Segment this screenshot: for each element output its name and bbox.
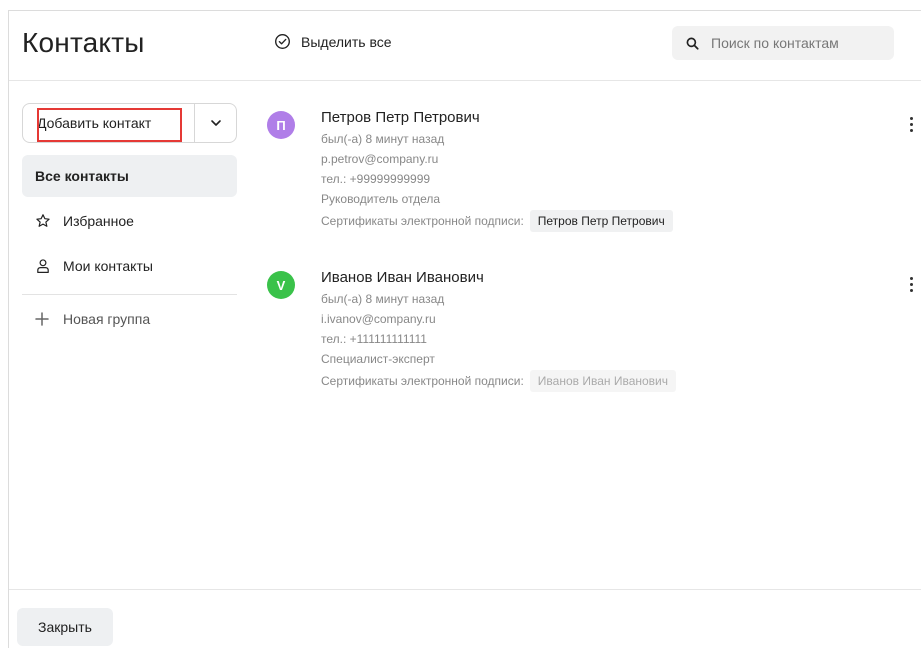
more-menu-icon[interactable] [905, 117, 917, 137]
contact-name: Иванов Иван Иванович [321, 269, 484, 286]
add-contact-label: Добавить контакт [37, 115, 152, 131]
avatar-initial: V [276, 277, 286, 293]
certificates-label: Сертификаты электронной подписи: [321, 374, 524, 388]
contact-position: Специалист-эксперт [321, 352, 435, 366]
add-contact-button[interactable]: Добавить контакт [23, 104, 194, 142]
search-icon [686, 37, 699, 50]
contact-name: Петров Петр Петрович [321, 109, 480, 126]
check-circle-icon [275, 34, 290, 49]
user-icon [37, 259, 49, 273]
sidebar-item-label: Мои контакты [63, 258, 153, 274]
search-box [672, 26, 894, 60]
footer: Закрыть [9, 589, 921, 648]
star-icon [36, 214, 50, 227]
contacts-dialog: Контакты Выделить все Добавить контакт [8, 10, 921, 648]
certificates-row: Сертификаты электронной подписи: Иванов … [321, 370, 676, 392]
contact-info: Иванов Иван Иванович был(-а) 8 минут наз… [321, 267, 676, 392]
sidebar-item-label: Избранное [63, 213, 134, 229]
new-group-button[interactable]: Новая группа [35, 311, 150, 327]
list-item[interactable]: П Петров Петр Петрович был(-а) 8 минут н… [267, 107, 917, 267]
contact-info: Петров Петр Петрович был(-а) 8 минут наз… [321, 107, 673, 232]
avatar: V [267, 271, 295, 299]
sidebar-item-favorites[interactable]: Избранное [22, 200, 237, 242]
new-group-label: Новая группа [63, 311, 151, 327]
contact-email: p.petrov@company.ru [321, 152, 439, 166]
list-item[interactable]: V Иванов Иван Иванович был(-а) 8 минут н… [267, 267, 917, 427]
page-title: Контакты [22, 27, 145, 58]
avatar: П [267, 111, 295, 139]
avatar-initial: П [276, 117, 286, 133]
more-menu-icon[interactable] [905, 277, 917, 297]
close-button[interactable]: Закрыть [17, 608, 113, 646]
certificate-chip[interactable]: Петров Петр Петрович [529, 210, 673, 232]
header: Контакты Выделить все [9, 11, 921, 81]
add-contact-dropdown[interactable] [194, 104, 236, 142]
sidebar-item-label: Все контакты [35, 168, 129, 184]
contact-status: был(-а) 8 минут назад [321, 292, 445, 306]
contact-phone: тел.: +111111111111 [321, 332, 427, 346]
select-all-button[interactable]: Выделить все [274, 33, 392, 50]
sidebar-item-my-contacts[interactable]: Мои контакты [22, 245, 237, 287]
sidebar-item-all-contacts[interactable]: Все контакты [22, 155, 237, 197]
contact-list: П Петров Петр Петрович был(-а) 8 минут н… [267, 107, 917, 427]
add-contact-split-button: Добавить контакт [22, 103, 237, 143]
contact-phone: тел.: +99999999999 [321, 172, 431, 186]
plus-icon [35, 312, 49, 326]
contact-position: Руководитель отдела [321, 192, 441, 206]
certificate-chip[interactable]: Иванов Иван Иванович [529, 370, 676, 392]
certificates-row: Сертификаты электронной подписи: Петров … [321, 210, 673, 232]
search-input[interactable] [711, 35, 881, 51]
sidebar-nav: Все контакты Избранное Мои контакты [22, 155, 237, 290]
contact-email: i.ivanov@company.ru [321, 312, 436, 326]
select-all-label: Выделить все [301, 33, 392, 50]
sidebar-divider [22, 294, 237, 295]
contact-status: был(-а) 8 минут назад [321, 132, 445, 146]
certificates-label: Сертификаты электронной подписи: [321, 214, 524, 228]
chevron-down-icon [210, 120, 221, 126]
